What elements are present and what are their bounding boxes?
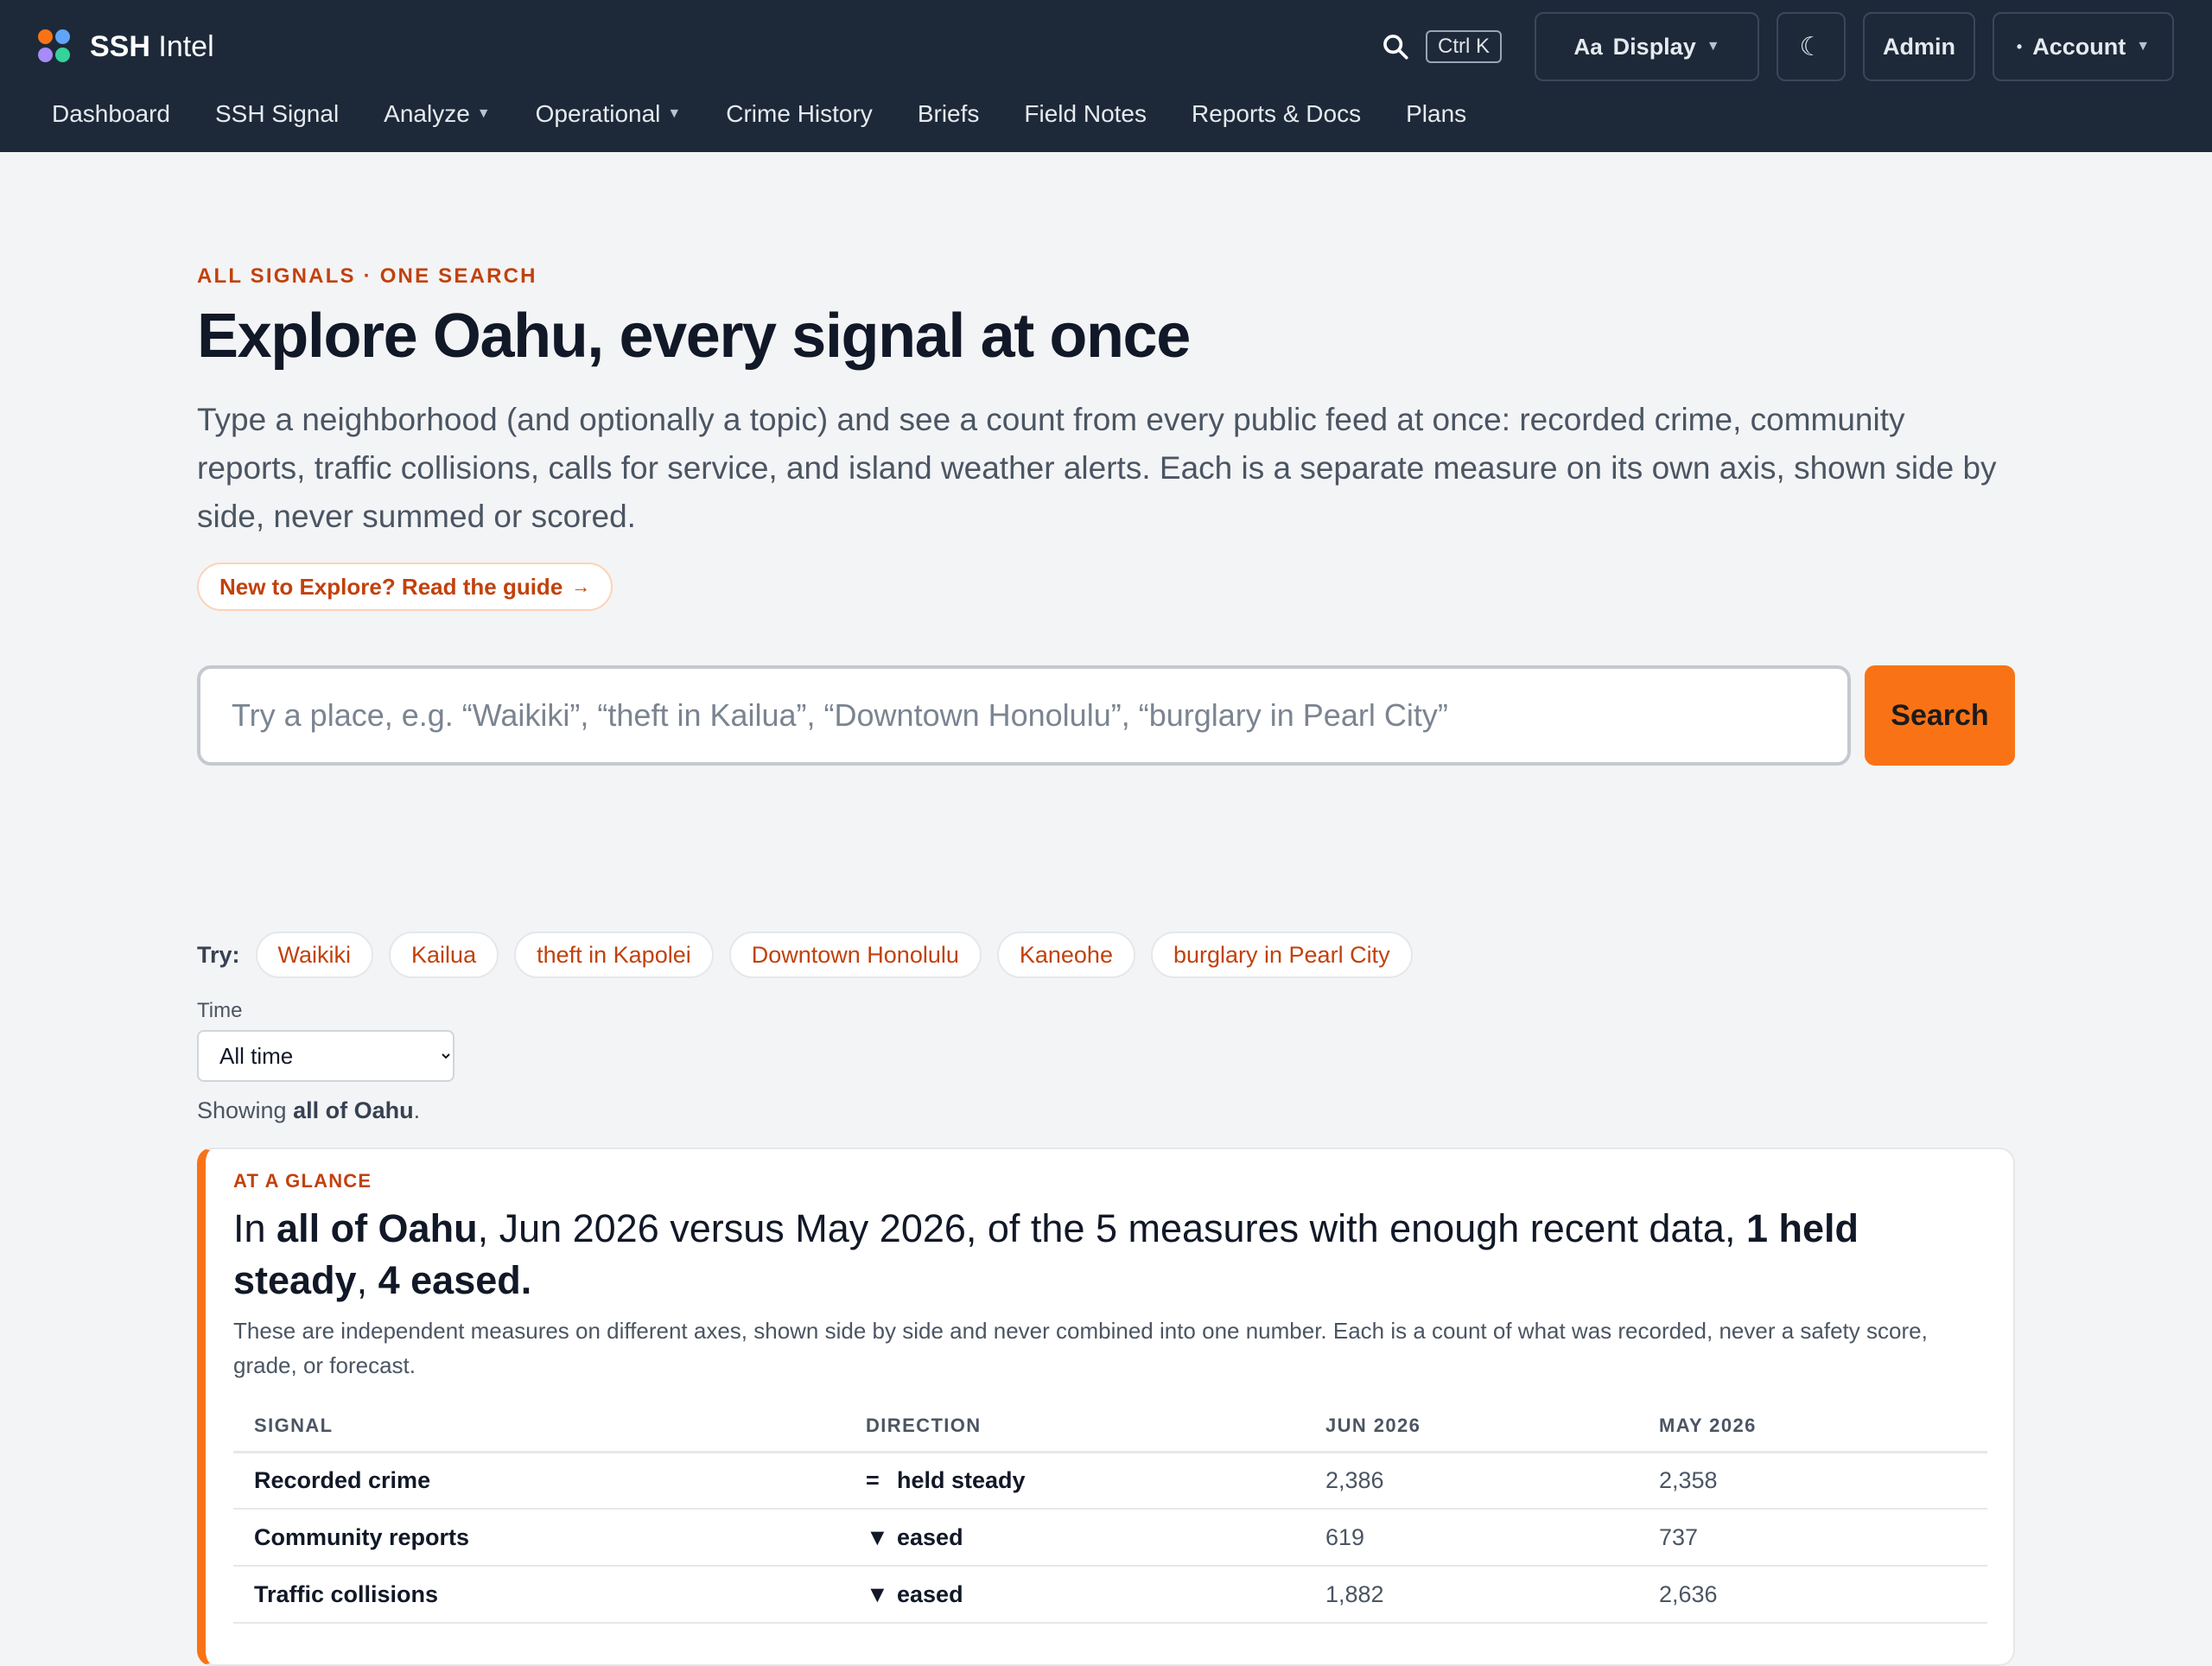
brand-logo-link[interactable]: SSH Intel	[38, 26, 214, 67]
current-value: 1,882	[1305, 1566, 1638, 1624]
time-filter-label: Time	[197, 999, 243, 1022]
scope-summary: Showing all of Oahu.	[197, 1097, 421, 1123]
display-button[interactable]: Aa Display ▼	[1535, 12, 1759, 81]
suggestions-row: Try: Waikiki Kailua theft in Kapolei Dow…	[197, 932, 1413, 978]
suggestion-chip-kaneohe[interactable]: Kaneohe	[996, 932, 1135, 978]
at-a-glance-card: AT A GLANCE In all of Oahu, Jun 2026 ver…	[197, 1148, 2015, 1666]
guide-link-label: New to Explore? Read the guide	[219, 573, 563, 600]
signal-name: Traffic collisions	[233, 1566, 845, 1624]
nav-item-operational[interactable]: Operational ▼	[513, 100, 704, 128]
try-label: Try:	[197, 941, 240, 968]
glance-disclaimer: These are independent measures on differ…	[233, 1318, 1928, 1378]
previous-value: 2,636	[1638, 1566, 1987, 1624]
signal-name: Recorded crime	[233, 1452, 845, 1510]
page-title: Explore Oahu, every signal at once	[197, 302, 1191, 371]
guide-link[interactable]: New to Explore? Read the guide →	[197, 563, 613, 611]
current-value: 2,386	[1305, 1452, 1638, 1510]
hero-eyebrow: ALL SIGNALS · ONE SEARCH	[197, 264, 537, 288]
column-header-signal: SIGNAL	[233, 1402, 845, 1453]
direction-cell: = held steady	[845, 1452, 1305, 1510]
previous-value: 737	[1638, 1509, 1987, 1567]
account-label: Account	[2032, 33, 2126, 60]
nav-item-crime-history[interactable]: Crime History	[703, 100, 895, 128]
signal-name: Community reports	[233, 1509, 845, 1567]
table-row: Traffic collisions ▼ eased 1,882 2,636	[233, 1566, 1987, 1624]
search-icon	[1383, 35, 1408, 60]
triangle-down-icon: ▼	[866, 1523, 889, 1550]
logo-icon	[38, 29, 71, 64]
triangle-down-icon: ▼	[866, 1580, 889, 1607]
account-button[interactable]: • Account ▼	[1993, 12, 2174, 81]
signals-table: SIGNAL DIRECTION JUN 2026 MAY 2026 Recor…	[233, 1402, 1987, 1624]
direction-cell: ▼ eased	[845, 1566, 1305, 1624]
column-header-direction: DIRECTION	[845, 1402, 1305, 1453]
admin-button[interactable]: Admin	[1863, 12, 1975, 81]
hero-description: Type a neighborhood (and optionally a to…	[197, 402, 1997, 534]
nav-item-plans[interactable]: Plans	[1383, 100, 1489, 128]
nav-item-reports-docs[interactable]: Reports & Docs	[1169, 100, 1383, 128]
nav-item-analyze[interactable]: Analyze ▼	[361, 100, 512, 128]
glance-eyebrow: AT A GLANCE	[233, 1170, 372, 1192]
table-header-row: SIGNAL DIRECTION JUN 2026 MAY 2026	[233, 1402, 1987, 1453]
nav-item-dashboard[interactable]: Dashboard	[29, 100, 193, 128]
admin-label: Admin	[1883, 33, 1955, 60]
glance-summary: In all of Oahu, Jun 2026 versus May 2026…	[233, 1206, 1859, 1302]
chevron-down-icon: ▼	[1706, 39, 1720, 54]
moon-icon: ☾	[1799, 32, 1823, 61]
nav-item-briefs[interactable]: Briefs	[895, 100, 1002, 128]
suggestion-chip-burglary-in-pearl-city[interactable]: burglary in Pearl City	[1150, 932, 1413, 978]
suggestion-chip-waikiki[interactable]: Waikiki	[255, 932, 374, 978]
theme-toggle-button[interactable]: ☾	[1777, 12, 1846, 81]
main-nav: Dashboard SSH Signal Analyze ▼ Operationa…	[29, 93, 1489, 135]
table-row: Community reports ▼ eased 619 737	[233, 1509, 1987, 1567]
scope-area: all of Oahu	[293, 1097, 414, 1123]
keyboard-shortcut-badge: Ctrl K	[1426, 30, 1502, 63]
nav-item-field-notes[interactable]: Field Notes	[1001, 100, 1169, 128]
search-form: Search	[197, 665, 2015, 766]
column-header-previous: MAY 2026	[1638, 1402, 1987, 1453]
direction-cell: ▼ eased	[845, 1509, 1305, 1567]
chevron-down-icon: ▼	[476, 106, 491, 121]
search-input[interactable]	[197, 665, 1851, 766]
arrow-right-icon: →	[571, 575, 591, 597]
brand-name: SSH Intel	[90, 29, 214, 63]
suggestion-chip-downtown-honolulu[interactable]: Downtown Honolulu	[728, 932, 982, 978]
table-row: Recorded crime = held steady 2,386 2,358	[233, 1452, 1987, 1510]
suggestion-chip-kailua[interactable]: Kailua	[389, 932, 499, 978]
display-label: Display	[1612, 33, 1696, 60]
user-status-dot-icon: •	[2016, 37, 2023, 55]
current-value: 619	[1305, 1509, 1638, 1567]
column-header-current: JUN 2026	[1305, 1402, 1638, 1453]
global-search-trigger[interactable]: Ctrl K	[1381, 30, 1502, 63]
chevron-down-icon: ▼	[667, 106, 682, 121]
top-bar: SSH Intel Ctrl K Aa Display ▼ ☾ Admin • …	[0, 0, 2212, 152]
suggestion-chip-theft-in-kapolei[interactable]: theft in Kapolei	[514, 932, 714, 978]
equals-icon: =	[866, 1466, 880, 1493]
time-filter-select[interactable]: All time	[197, 1030, 454, 1082]
previous-value: 2,358	[1638, 1452, 1987, 1510]
search-button[interactable]: Search	[1865, 665, 2015, 766]
chevron-down-icon: ▼	[2136, 39, 2151, 54]
font-size-icon: Aa	[1573, 33, 1603, 60]
nav-item-ssh-signal[interactable]: SSH Signal	[193, 100, 361, 128]
